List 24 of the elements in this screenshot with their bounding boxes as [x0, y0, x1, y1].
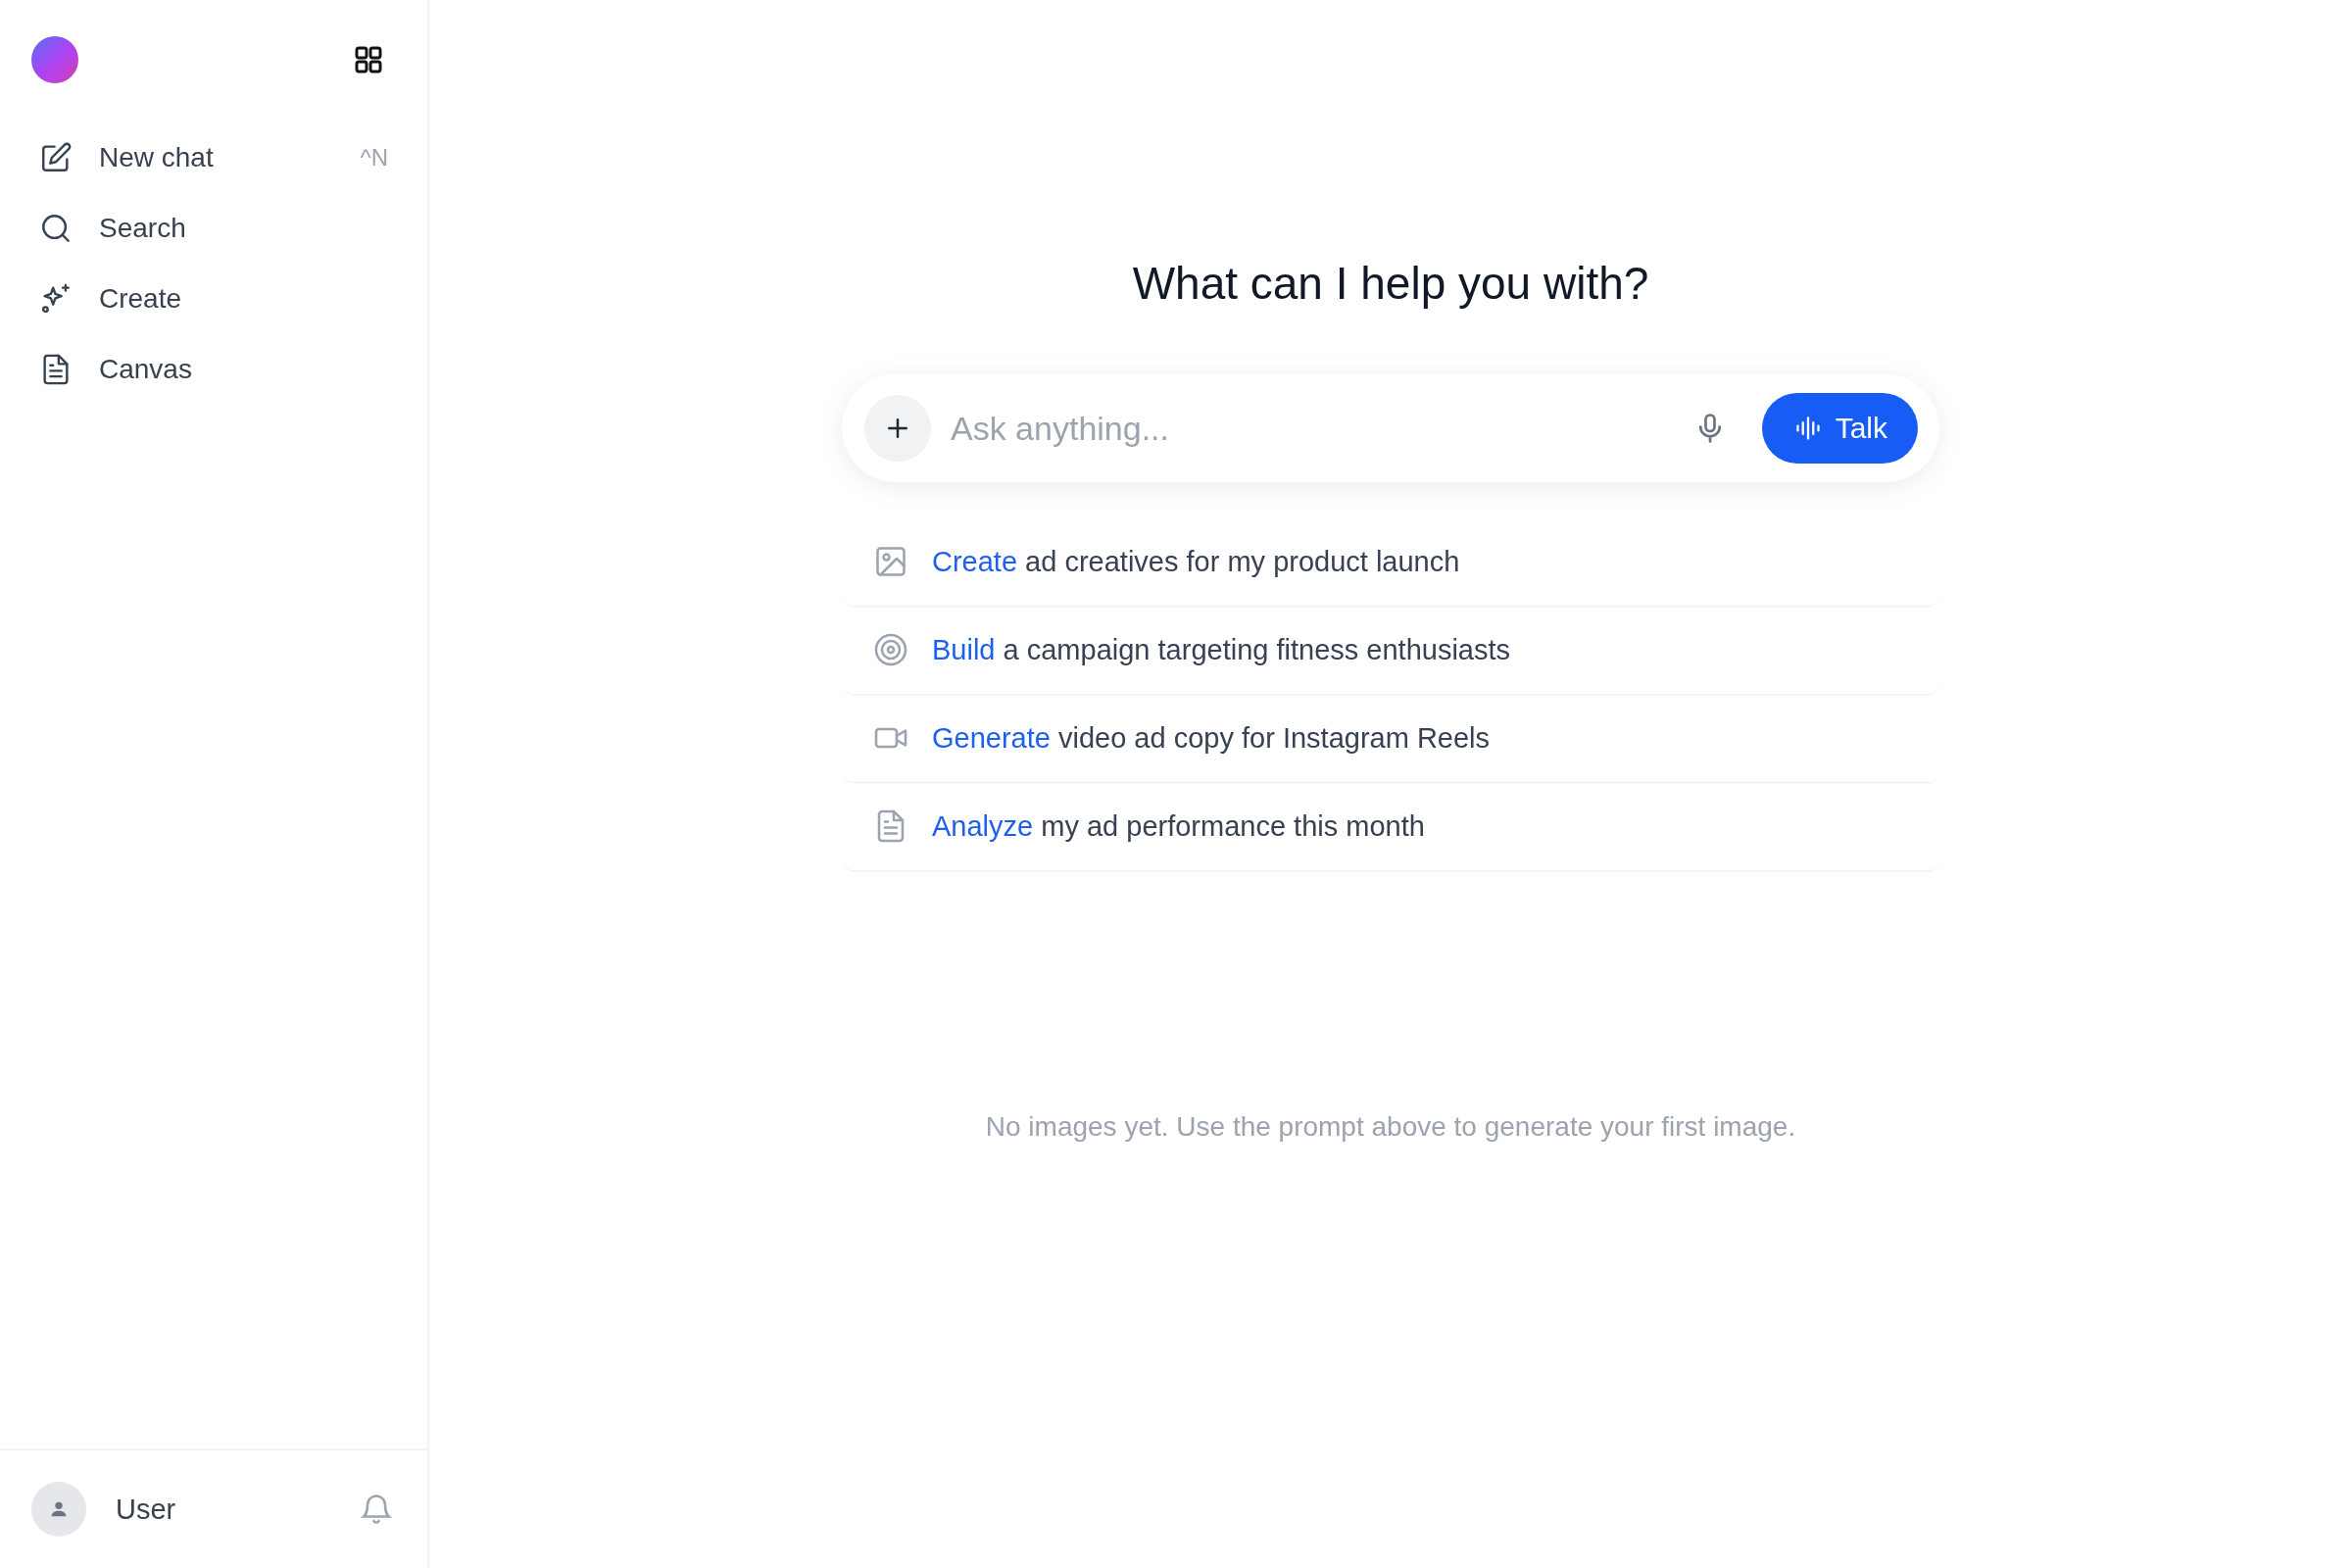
empty-message: No images yet. Use the prompt above to generate your first image. — [985, 1111, 1796, 1143]
sidebar-item[interactable]: Search — [27, 201, 400, 256]
pencil-square-icon — [39, 141, 73, 174]
sparkle-icon — [39, 282, 73, 316]
logo[interactable] — [31, 36, 78, 83]
apps-grid-button[interactable] — [353, 44, 384, 75]
heading: What can I help you with? — [1132, 257, 1649, 310]
keyboard-shortcut: ^N — [360, 144, 388, 172]
suggestion-item[interactable]: Build a campaign targeting fitness enthusiasts — [842, 606, 1939, 694]
suggestion-item[interactable]: Create ad creatives for my product launch — [842, 517, 1939, 606]
talk-button[interactable]: Talk — [1761, 393, 1918, 464]
target-icon — [873, 632, 908, 667]
prompt-field[interactable]: Ask anything... Talk — [842, 374, 1939, 482]
sidebar-item[interactable]: New chat ^N — [27, 130, 400, 185]
avatar-icon — [31, 1482, 86, 1537]
sidebar-item[interactable]: Create — [27, 271, 400, 326]
suggestion-item[interactable]: Analyze my ad performance this month — [842, 782, 1939, 870]
waveform-icon — [1793, 415, 1822, 442]
search-icon — [39, 212, 73, 245]
user-profile-button[interactable]: User — [31, 1482, 176, 1537]
image-icon — [873, 544, 908, 579]
sidebar-item[interactable]: Canvas — [27, 342, 400, 397]
notification-bell-icon[interactable] — [359, 1492, 394, 1527]
suggestion-item[interactable]: Generate video ad copy for Instagram Reels — [842, 694, 1939, 782]
